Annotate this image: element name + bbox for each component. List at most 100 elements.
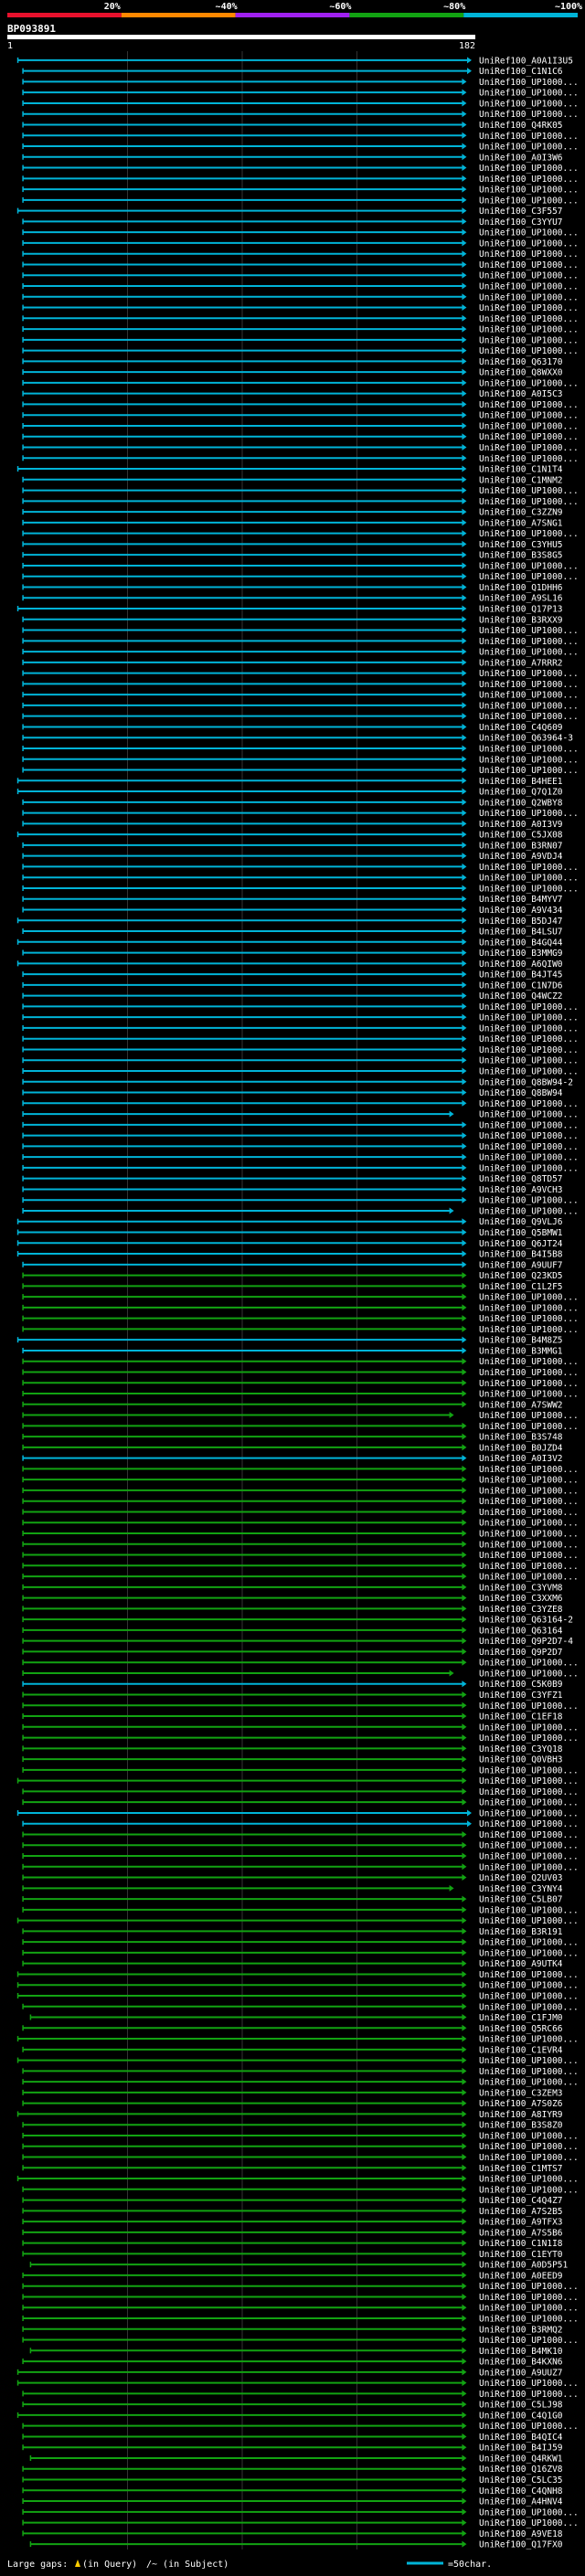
hit-label[interactable]: UniRef100_UP1000... bbox=[479, 110, 579, 120]
hit-row[interactable]: UniRef100_UP1000... bbox=[22, 1529, 579, 1539]
hit-row[interactable]: UniRef100_UP1000... bbox=[22, 680, 579, 690]
hit-row[interactable]: UniRef100_C3YQ18 bbox=[22, 1744, 563, 1754]
hit-row[interactable]: UniRef100_UP1000... bbox=[16, 1970, 579, 1980]
hit-row[interactable]: UniRef100_UP1000... bbox=[22, 1905, 579, 1915]
hit-label[interactable]: UniRef100_UP1000... bbox=[479, 2175, 579, 2185]
hit-row[interactable]: UniRef100_B4IJ59 bbox=[22, 2443, 563, 2454]
hit-row[interactable]: UniRef100_C4Q609 bbox=[22, 723, 563, 733]
hit-row[interactable]: UniRef100_UP1000... bbox=[22, 1303, 579, 1313]
hit-label[interactable]: UniRef100_C3YHU5 bbox=[479, 540, 563, 550]
hit-row[interactable]: UniRef100_B4QIC4 bbox=[22, 2433, 563, 2443]
hit-row[interactable]: UniRef100_B4HEE1 bbox=[16, 777, 563, 787]
hit-row[interactable]: UniRef100_UP1000... bbox=[22, 561, 579, 571]
hit-label[interactable]: UniRef100_C5K0B9 bbox=[479, 1680, 563, 1690]
hit-label[interactable]: UniRef100_Q63964-3 bbox=[479, 734, 573, 744]
hit-row[interactable]: UniRef100_UP1000... bbox=[22, 1819, 579, 1829]
hit-row[interactable]: UniRef100_Q2WBY8 bbox=[22, 798, 563, 808]
hit-row[interactable]: UniRef100_B5DJ47 bbox=[16, 917, 563, 927]
hit-row[interactable]: UniRef100_Q8TD57 bbox=[22, 1174, 563, 1184]
hit-row[interactable]: UniRef100_C1MNM2 bbox=[22, 475, 563, 485]
hit-label[interactable]: UniRef100_A9V434 bbox=[479, 906, 563, 916]
hit-label[interactable]: UniRef100_UP1000... bbox=[479, 669, 579, 679]
hit-row[interactable]: UniRef100_UP1000... bbox=[22, 186, 579, 196]
hit-label[interactable]: UniRef100_Q63164-2 bbox=[479, 1616, 573, 1626]
hit-row[interactable]: UniRef100_Q8BW94 bbox=[22, 1088, 563, 1098]
hit-row[interactable]: UniRef100_C1EYT0 bbox=[22, 2250, 563, 2260]
hit-label[interactable]: UniRef100_C1N1I8 bbox=[479, 2239, 563, 2249]
hit-label[interactable]: UniRef100_A0A1I3U5 bbox=[479, 56, 573, 66]
hit-row[interactable]: UniRef100_UP1000... bbox=[22, 421, 579, 431]
hit-row[interactable]: UniRef100_UP1000... bbox=[22, 1669, 579, 1679]
hit-row[interactable]: UniRef100_UP1000... bbox=[22, 2131, 579, 2141]
hit-label[interactable]: UniRef100_A9UTK4 bbox=[479, 1959, 563, 1969]
hit-row[interactable]: UniRef100_UP1000... bbox=[22, 292, 579, 302]
hit-row[interactable]: UniRef100_A9UUF7 bbox=[22, 1260, 563, 1270]
hit-label[interactable]: UniRef100_A0I3V9 bbox=[479, 820, 563, 830]
hit-label[interactable]: UniRef100_C3YNY4 bbox=[479, 1884, 563, 1894]
hit-label[interactable]: UniRef100_C3YFZ1 bbox=[479, 1691, 563, 1701]
hit-row[interactable]: UniRef100_UP1000... bbox=[22, 1067, 579, 1077]
hit-row[interactable]: UniRef100_UP1000... bbox=[22, 346, 579, 356]
hit-label[interactable]: UniRef100_UP1000... bbox=[479, 1701, 579, 1712]
hit-row[interactable]: UniRef100_UP1000... bbox=[22, 1034, 579, 1044]
hit-label[interactable]: UniRef100_C3YZE8 bbox=[479, 1605, 563, 1615]
hit-label[interactable]: UniRef100_B3R191 bbox=[479, 1927, 563, 1937]
hit-row[interactable]: UniRef100_Q5RC66 bbox=[22, 2024, 563, 2034]
hit-row[interactable]: UniRef100_UP1000... bbox=[22, 712, 579, 722]
hit-row[interactable]: UniRef100_UP1000... bbox=[22, 529, 579, 539]
hit-label[interactable]: UniRef100_UP1000... bbox=[479, 874, 579, 884]
hit-label[interactable]: UniRef100_UP1000... bbox=[479, 1573, 579, 1583]
hit-label[interactable]: UniRef100_A9SL16 bbox=[479, 594, 563, 604]
hit-label[interactable]: UniRef100_B3MMG1 bbox=[479, 1346, 563, 1356]
hit-label[interactable]: UniRef100_B3RN07 bbox=[479, 841, 563, 851]
hit-row[interactable]: UniRef100_B0JZD4 bbox=[22, 1443, 563, 1453]
hit-row[interactable]: UniRef100_UP1000... bbox=[22, 1314, 579, 1324]
hit-label[interactable]: UniRef100_UP1000... bbox=[479, 1379, 579, 1389]
hit-row[interactable]: UniRef100_UP1000... bbox=[22, 1013, 579, 1023]
hit-label[interactable]: UniRef100_UP1000... bbox=[479, 1830, 579, 1840]
hit-label[interactable]: UniRef100_UP1000... bbox=[479, 572, 579, 582]
hit-label[interactable]: UniRef100_UP1000... bbox=[479, 1465, 579, 1475]
hit-row[interactable]: UniRef100_UP1000... bbox=[22, 2315, 579, 2325]
hit-label[interactable]: UniRef100_UP1000... bbox=[479, 186, 579, 196]
hit-row[interactable]: UniRef100_UP1000... bbox=[22, 1733, 579, 1744]
hit-label[interactable]: UniRef100_Q16ZV8 bbox=[479, 2465, 563, 2475]
hit-row[interactable]: UniRef100_Q23KD5 bbox=[22, 1271, 563, 1281]
hit-row[interactable]: UniRef100_UP1000... bbox=[22, 1551, 579, 1561]
hit-row[interactable]: UniRef100_B4GQ44 bbox=[16, 938, 563, 948]
hit-row[interactable]: UniRef100_C3YNY4 bbox=[22, 1884, 563, 1894]
hit-row[interactable]: UniRef100_UP1000... bbox=[22, 691, 579, 701]
hit-row[interactable]: UniRef100_UP1000... bbox=[22, 1787, 579, 1797]
hit-label[interactable]: UniRef100_UP1000... bbox=[479, 2002, 579, 2012]
hit-row[interactable]: UniRef100_UP1000... bbox=[22, 669, 579, 679]
hit-label[interactable]: UniRef100_C5LJ98 bbox=[479, 2401, 563, 2411]
hit-row[interactable]: UniRef100_C1N1C6 bbox=[22, 67, 563, 77]
hit-label[interactable]: UniRef100_B5DJ47 bbox=[479, 917, 563, 927]
hit-label[interactable]: UniRef100_UP1000... bbox=[479, 432, 579, 442]
hit-label[interactable]: UniRef100_Q23KD5 bbox=[479, 1271, 563, 1281]
hit-label[interactable]: UniRef100_B0JZD4 bbox=[479, 1443, 563, 1453]
hit-label[interactable]: UniRef100_A7S0Z6 bbox=[479, 2099, 563, 2109]
hit-label[interactable]: UniRef100_C4Q4Z7 bbox=[479, 2196, 563, 2206]
hit-row[interactable]: UniRef100_A9UTK4 bbox=[22, 1959, 563, 1969]
hit-row[interactable]: UniRef100_UP1000... bbox=[22, 1465, 579, 1475]
hit-label[interactable]: UniRef100_UP1000... bbox=[479, 443, 579, 453]
hit-row[interactable]: UniRef100_UP1000... bbox=[22, 1723, 579, 1733]
hit-label[interactable]: UniRef100_UP1000... bbox=[479, 303, 579, 313]
hit-label[interactable]: UniRef100_UP1000... bbox=[479, 2293, 579, 2303]
hit-label[interactable]: UniRef100_UP1000... bbox=[479, 2078, 579, 2088]
hit-label[interactable]: UniRef100_Q8BW94 bbox=[479, 1088, 563, 1098]
hit-label[interactable]: UniRef100_UP1000... bbox=[479, 2304, 579, 2314]
hit-row[interactable]: UniRef100_UP1000... bbox=[16, 2035, 579, 2045]
hit-label[interactable]: UniRef100_UP1000... bbox=[479, 1508, 579, 1518]
hit-row[interactable]: UniRef100_Q63164-2 bbox=[22, 1616, 573, 1626]
hit-label[interactable]: UniRef100_A9VDJ4 bbox=[479, 852, 563, 862]
hit-label[interactable]: UniRef100_UP1000... bbox=[479, 701, 579, 711]
hit-row[interactable]: UniRef100_Q5BMW1 bbox=[16, 1228, 563, 1238]
hit-label[interactable]: UniRef100_B3S8Z0 bbox=[479, 2121, 563, 2131]
hit-label[interactable]: UniRef100_UP1000... bbox=[479, 1540, 579, 1550]
hit-label[interactable]: UniRef100_B4GQ44 bbox=[479, 938, 563, 948]
hit-row[interactable]: UniRef100_A0D5P51 bbox=[29, 2261, 569, 2271]
hit-label[interactable]: UniRef100_A7S5B6 bbox=[479, 2228, 563, 2238]
hit-label[interactable]: UniRef100_UP1000... bbox=[479, 1981, 579, 1991]
